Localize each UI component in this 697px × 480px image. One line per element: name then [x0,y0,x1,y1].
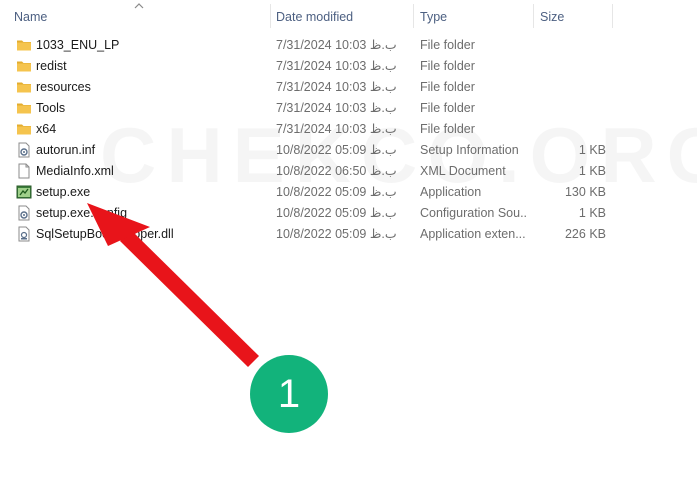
file-name: resources [36,80,91,94]
file-type: Application exten... [420,227,526,241]
file-name: autorun.inf [36,143,96,157]
file-date-modified: 7/31/2024 10:03 ب.ظ [276,122,397,136]
arrow-shaft [120,230,259,367]
file-date-modified: 7/31/2024 10:03 ب.ظ [276,80,397,94]
file-name: Tools [36,101,66,115]
file-size: 1 KB [578,164,606,178]
file-row[interactable]: MediaInfo.xml 10/8/2022 06:50 ب.ظ XML Docu… [10,161,610,182]
file-row[interactable]: resources 7/31/2024 10:03 ب.ظ File folder [10,77,610,98]
folder-icon [16,79,32,95]
file-name: setup.exe [36,185,91,199]
file-explorer: CHEKCO.ORG Name Date modified Type Size … [0,0,697,480]
file-type: File folder [420,80,475,94]
file-row[interactable]: SqlSetupBootstrapper.dll 10/8/2022 05:09 … [10,224,610,245]
file-size [530,98,606,119]
settings-file-icon [16,205,32,221]
file-date-modified: 7/31/2024 10:03 ب.ظ [276,59,397,73]
folder-icon [16,121,32,137]
folder-icon [16,37,32,53]
file-name: 1033_ENU_LP [36,38,120,52]
file-name: redist [36,59,67,73]
file-type: Configuration Sou... [420,206,528,220]
column-header: Name Date modified Type Size [0,0,697,34]
file-date-modified: 7/31/2024 10:03 ب.ظ [276,101,397,115]
column-divider[interactable] [612,4,613,28]
column-name[interactable]: Name [8,0,270,34]
file-row[interactable]: redist 7/31/2024 10:03 ب.ظ File folder [10,56,610,77]
document-icon [16,163,32,179]
step-number-badge: 1 [250,355,328,433]
file-date-modified: 10/8/2022 05:09 ب.ظ [276,206,397,220]
file-row[interactable]: Tools 7/31/2024 10:03 ب.ظ File folder [10,98,610,119]
file-name: x64 [36,122,57,136]
file-size: 1 KB [578,206,606,220]
folder-icon [16,100,32,116]
file-type: XML Document [420,164,506,178]
file-size [530,35,606,56]
file-size: 1 KB [578,143,606,157]
file-row[interactable]: autorun.inf 10/8/2022 05:09 ب.ظ Setup Info… [10,140,610,161]
file-size [530,56,606,77]
settings-file-icon [16,142,32,158]
file-name: SqlSetupBootstrapper.dll [36,227,174,241]
file-date-modified: 10/8/2022 05:09 ب.ظ [276,185,397,199]
file-size: 130 KB [564,185,606,199]
file-date-modified: 7/31/2024 10:03 ب.ظ [276,38,397,52]
column-type[interactable]: Type [414,0,534,34]
file-type: File folder [420,59,475,73]
file-row[interactable]: setup.exe.config 10/8/2022 05:09 ب.ظ Confi… [10,203,610,224]
column-date-modified[interactable]: Date modified [270,0,414,34]
file-date-modified: 10/8/2022 06:50 ب.ظ [276,164,397,178]
file-type: Setup Information [420,143,519,157]
file-size [530,119,606,140]
file-name: MediaInfo.xml [36,164,114,178]
file-type: File folder [420,122,475,136]
folder-icon [16,58,32,74]
file-size [530,77,606,98]
dll-file-icon [16,226,32,242]
file-row[interactable]: 1033_ENU_LP 7/31/2024 10:03 ب.ظ File folde… [10,35,610,56]
file-date-modified: 10/8/2022 05:09 ب.ظ [276,143,397,157]
file-date-modified: 10/8/2022 05:09 ب.ظ [276,227,397,241]
file-row[interactable]: setup.exe 10/8/2022 05:09 ب.ظ Application 1… [10,182,610,203]
file-type: Application [420,185,482,199]
file-type: File folder [420,101,475,115]
application-icon [16,184,32,200]
file-name: setup.exe.config [36,206,128,220]
file-row[interactable]: x64 7/31/2024 10:03 ب.ظ File folder [10,119,610,140]
column-size[interactable]: Size [534,0,612,34]
file-type: File folder [420,38,475,52]
file-size: 226 KB [564,227,606,241]
